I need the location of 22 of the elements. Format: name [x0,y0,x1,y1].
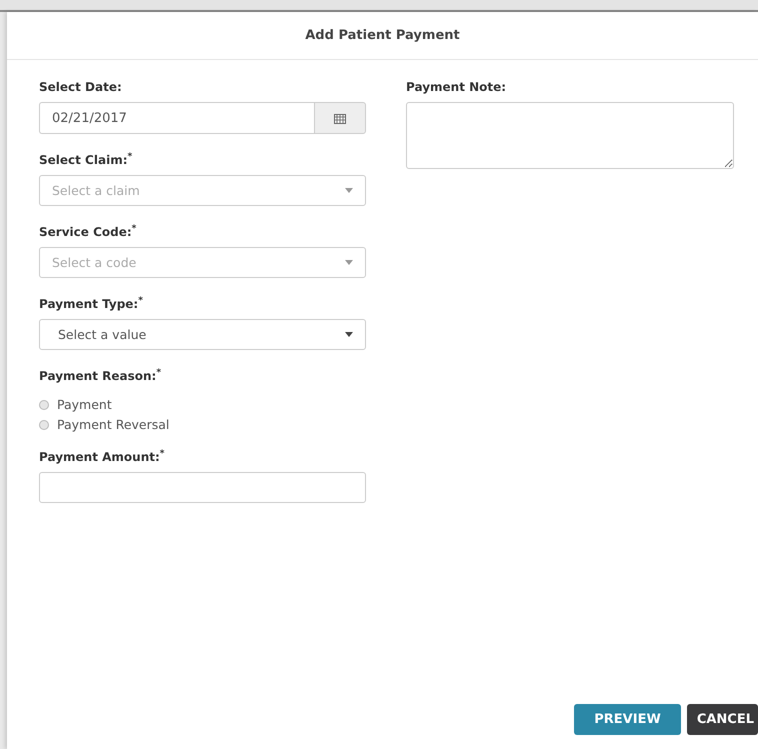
caret-icon [345,188,353,193]
field-label: Select Claim:$^{*}$ [39,153,132,167]
radio-label: Payment Reversal [57,417,170,432]
field-label: Select Date: [39,80,122,94]
amount-field[interactable] [39,472,366,503]
caret-icon [345,332,353,337]
field-label: Payment Type:$^{*}$ [39,297,143,311]
caret-icon [345,260,353,265]
date-field[interactable]: 02/21/2017 [39,102,314,134]
preview-button[interactable]: PREVIEW [574,704,681,735]
field-label: Service Code:$^{*}$ [39,225,136,239]
select-field[interactable]: Select a value [39,319,366,350]
field-label: Payment Note: [406,80,506,94]
calendar-icon[interactable] [314,102,366,134]
radio-label: Payment [57,397,112,412]
note-field[interactable] [406,102,734,169]
radio-button[interactable] [39,400,49,410]
field-label: Payment Reason:$^{*}$ [39,369,162,383]
field-label: Payment Amount:$^{*}$ [39,450,164,464]
dialog-title: Add Patient Payment [305,28,460,43]
cancel-button[interactable]: CANCEL [686,704,758,735]
radio-button[interactable] [39,420,49,430]
